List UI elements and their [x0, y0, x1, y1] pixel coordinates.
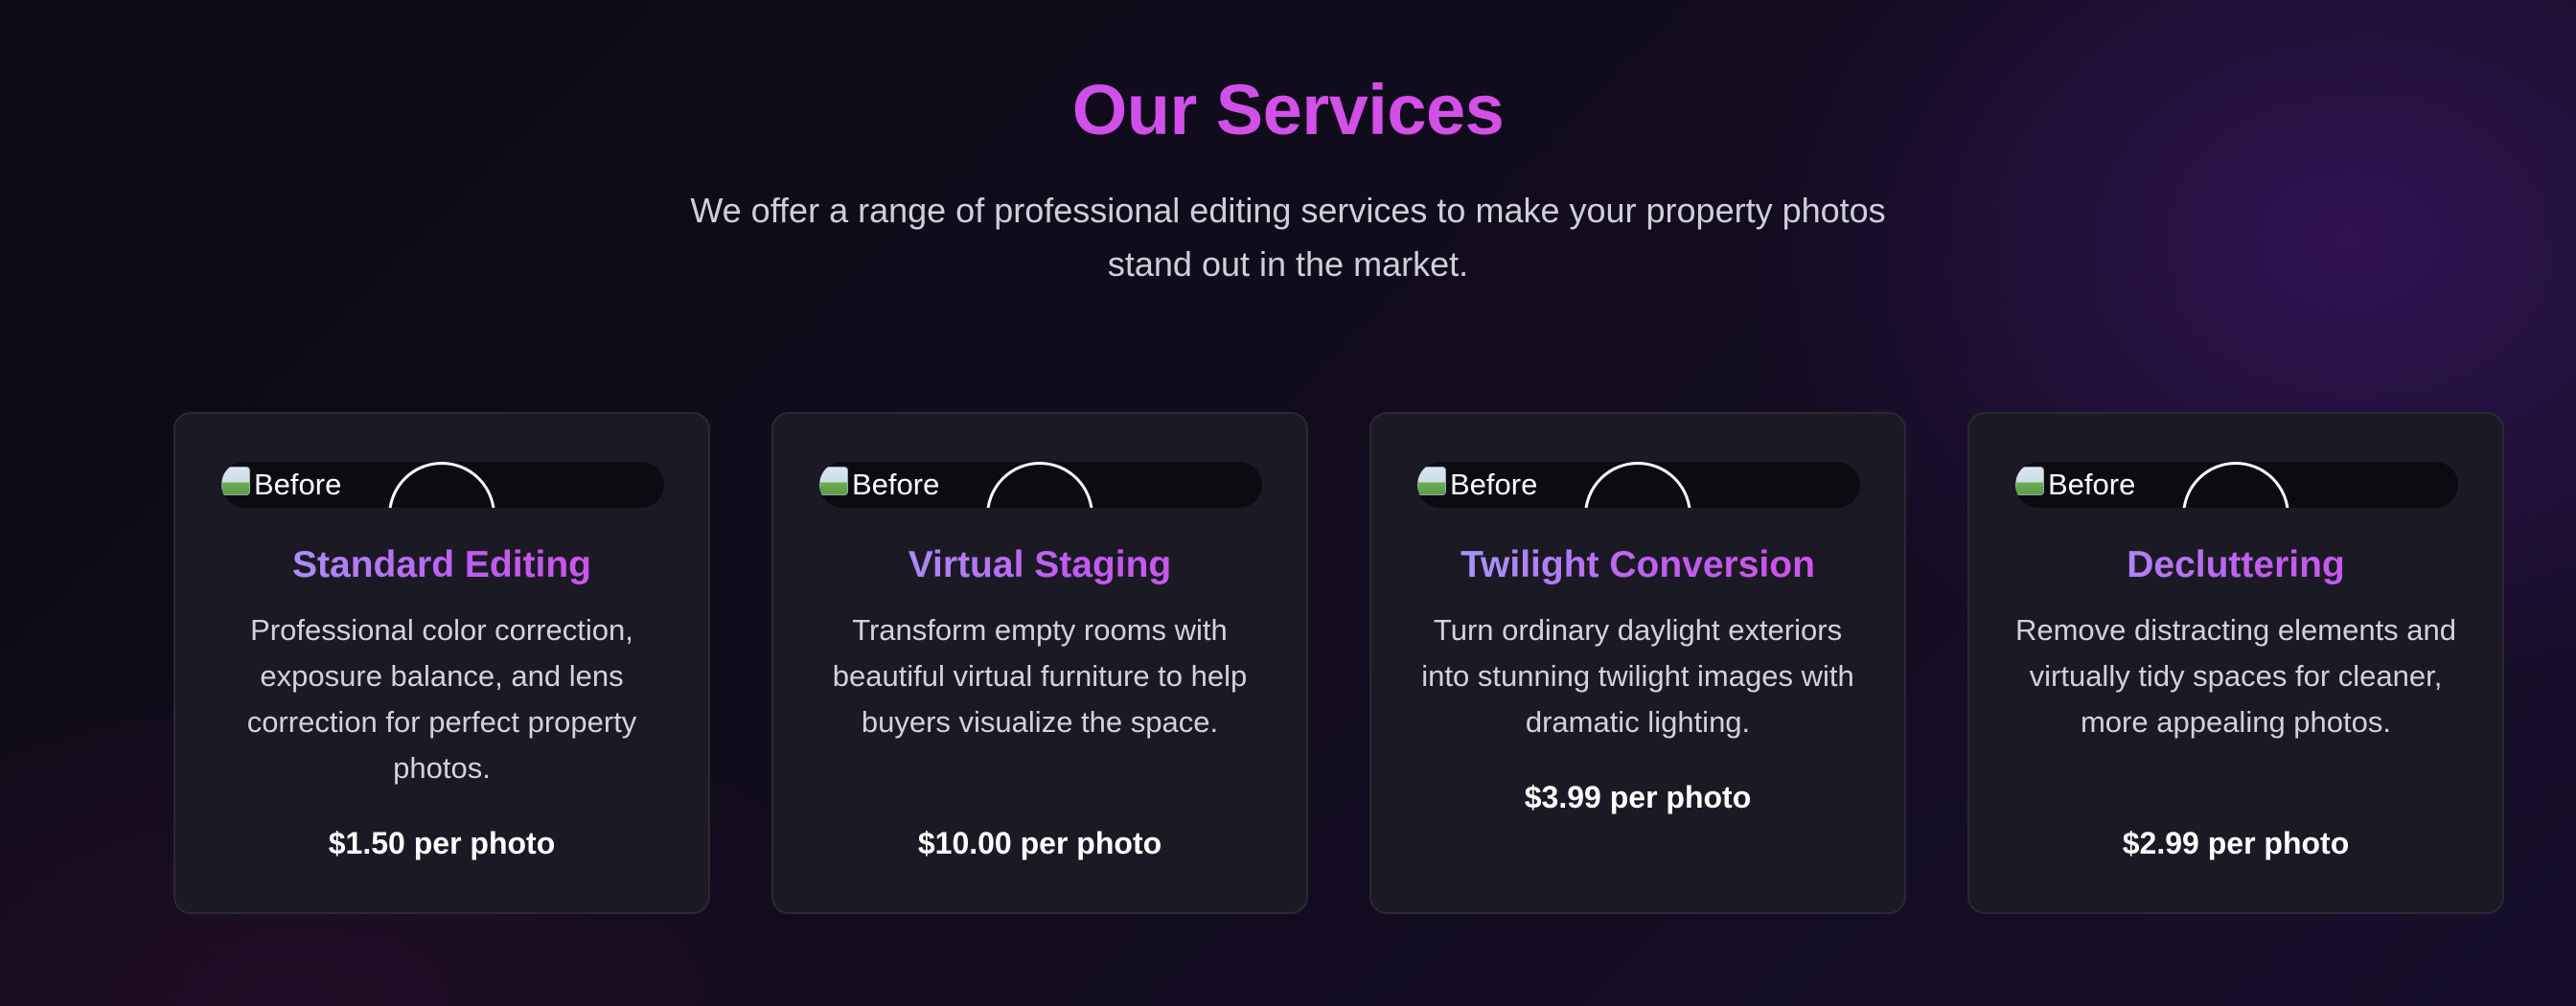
slider-arrows-icon [1021, 506, 1059, 508]
service-price: $3.99 per photo [1524, 780, 1752, 814]
broken-image-icon [221, 467, 250, 495]
before-image: Before [2015, 462, 2135, 508]
service-price: $1.50 per photo [328, 826, 556, 860]
before-image: Before [1417, 462, 1537, 508]
section-title: Our Services [0, 69, 2576, 150]
before-image-alt: Before [1450, 468, 1538, 501]
slider-arrows-icon [2217, 506, 2255, 508]
service-title: Twilight Conversion [1371, 544, 1904, 586]
slider-handle[interactable] [1584, 462, 1691, 508]
broken-image-icon [1417, 467, 1446, 495]
slider-handle[interactable] [986, 462, 1093, 508]
before-image-alt: Before [852, 468, 940, 501]
service-price: $10.00 per photo [917, 826, 1162, 860]
service-card-standard-editing: Before Standard Editing Professional col… [173, 412, 710, 914]
before-after-slider[interactable]: Before [1417, 462, 1860, 508]
service-title: Virtual Staging [773, 544, 1306, 586]
service-title: Standard Editing [175, 544, 708, 586]
services-section: Our Services We offer a range of profess… [0, 0, 2576, 1006]
slider-handle[interactable] [2182, 462, 2289, 508]
service-description: Transform empty rooms with beautiful vir… [832, 613, 1248, 739]
broken-image-icon [819, 467, 848, 495]
service-description: Remove distracting elements and virtuall… [2014, 613, 2457, 739]
broken-image-icon [2015, 467, 2044, 495]
section-subtitle: We offer a range of professional editing… [690, 191, 1886, 284]
service-description: Professional color correction, exposure … [246, 613, 637, 785]
service-card-decluttering: Before Decluttering Remove distracting e… [1967, 412, 2504, 914]
before-image-alt: Before [254, 468, 342, 501]
service-description: Turn ordinary daylight exteriors into st… [1421, 613, 1854, 739]
before-image: Before [221, 462, 341, 508]
before-after-slider[interactable]: Before [2015, 462, 2458, 508]
slider-arrows-icon [423, 506, 461, 508]
before-after-slider[interactable]: Before [221, 462, 664, 508]
slider-arrows-icon [1619, 506, 1657, 508]
service-title: Decluttering [1969, 544, 2502, 586]
slider-handle[interactable] [388, 462, 495, 508]
before-image-alt: Before [2048, 468, 2136, 501]
service-price: $2.99 per photo [2122, 826, 2350, 860]
before-after-slider[interactable]: Before [819, 462, 1262, 508]
before-image: Before [819, 462, 939, 508]
service-card-virtual-staging: Before Virtual Staging Transform empty r… [771, 412, 1308, 914]
service-card-twilight-conversion: Before Twilight Conversion Turn ordinary… [1369, 412, 1906, 914]
